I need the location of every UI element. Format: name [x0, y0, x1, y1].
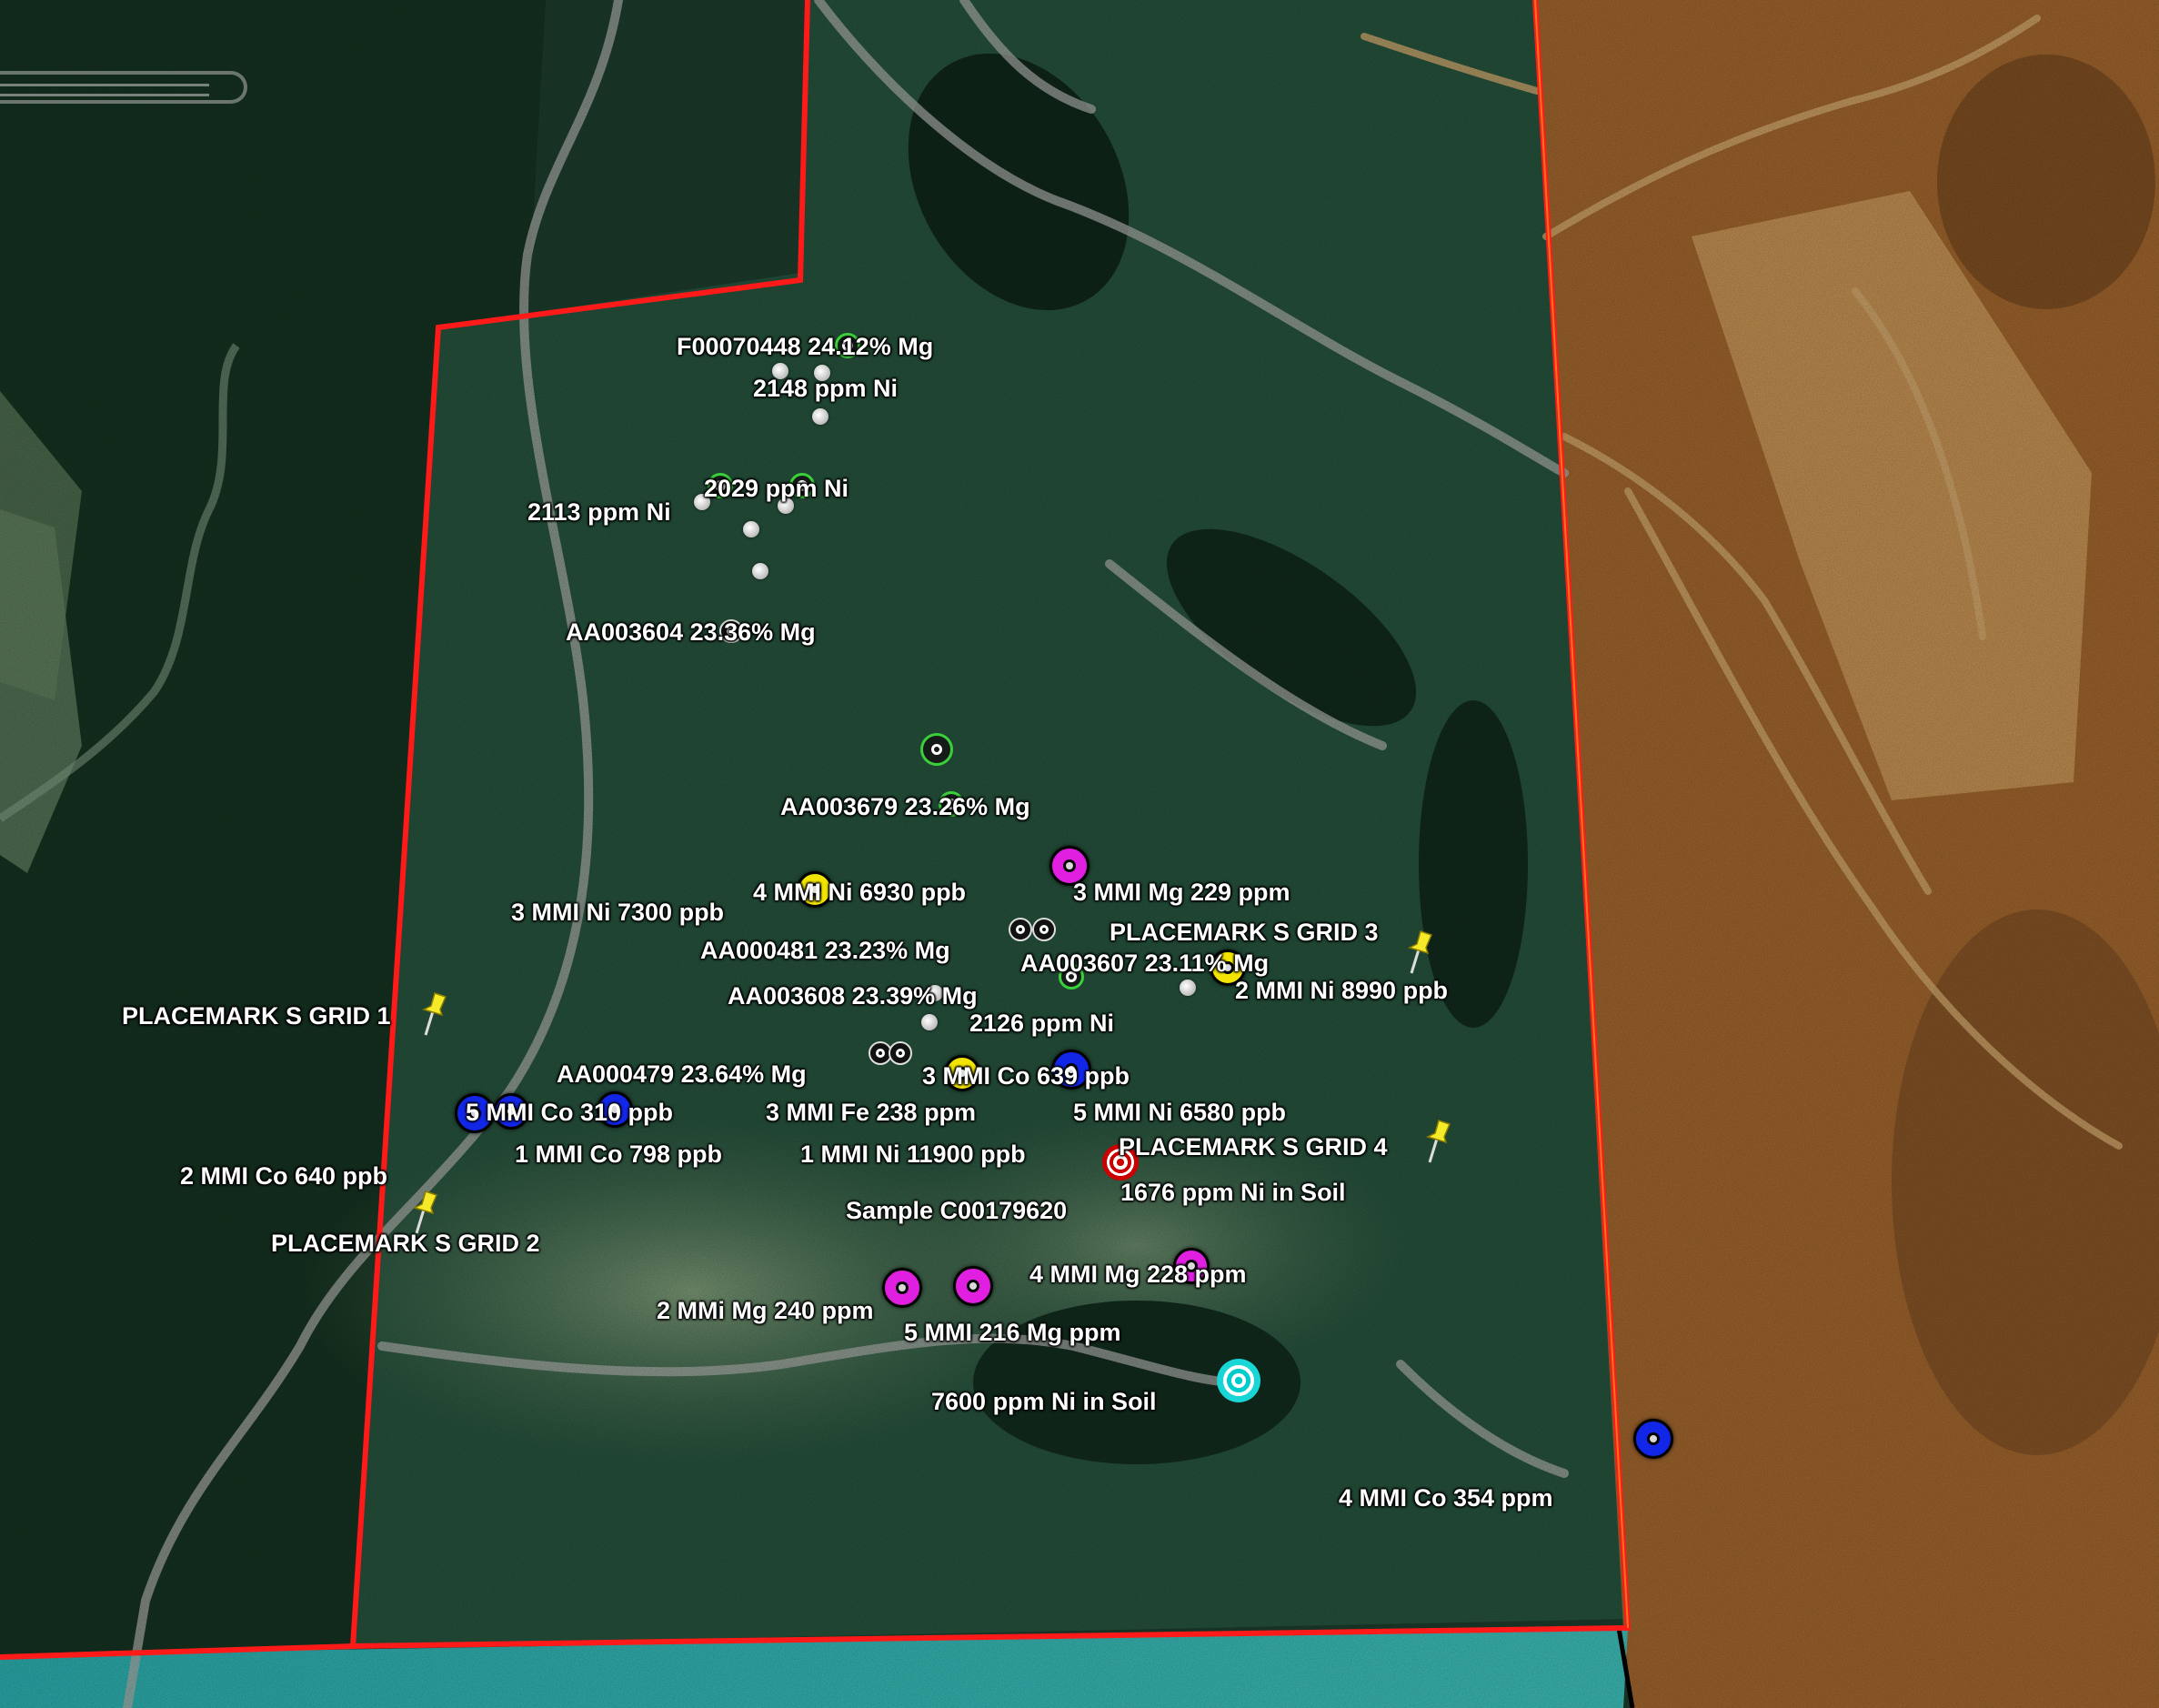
- label-ni-2126[interactable]: 2126 ppm Ni: [969, 1011, 1114, 1036]
- soil-sample-marker-cyan[interactable]: [1217, 1359, 1260, 1402]
- label-aa000479[interactable]: AA000479 23.64% Mg: [557, 1062, 807, 1087]
- label-f00070448[interactable]: F00070448 24.12% Mg: [677, 335, 933, 359]
- scale-bar: [0, 71, 247, 104]
- label-aa003604[interactable]: AA003604 23.36% Mg: [566, 620, 816, 645]
- pushpin-icon-grid-4[interactable]: [1421, 1119, 1457, 1164]
- mmi-co-marker-354[interactable]: [1633, 1419, 1673, 1459]
- sample-dot-9[interactable]: [921, 1014, 938, 1030]
- label-aa000481[interactable]: AA000481 23.23% Mg: [700, 939, 950, 963]
- label-mmi2-ni[interactable]: 2 MMI Ni 8990 ppb: [1235, 979, 1448, 1003]
- label-placemark-grid-3[interactable]: PLACEMARK S GRID 3: [1110, 920, 1379, 945]
- satellite-map[interactable]: F00070448 24.12% Mg 2148 ppm Ni 2029 ppm…: [0, 0, 2159, 1708]
- label-aa003608[interactable]: AA003608 23.39% Mg: [728, 984, 978, 1009]
- label-mmi4-ni[interactable]: 4 MMI Ni 6930 ppb: [753, 880, 966, 905]
- sample-dot-3[interactable]: [812, 408, 828, 425]
- label-mmi3-co[interactable]: 3 MMI Co 639 ppb: [922, 1064, 1130, 1089]
- sample-dot-6[interactable]: [743, 521, 759, 538]
- pushpin-icon-grid-3[interactable]: [1402, 929, 1439, 975]
- label-ni-2029[interactable]: 2029 ppm Ni: [704, 477, 849, 501]
- sample-marker-aa000481-a[interactable]: [1009, 918, 1032, 941]
- label-aa003607[interactable]: AA003607 23.11% Mg: [1020, 951, 1269, 976]
- sample-marker-aa000479-b[interactable]: [889, 1041, 912, 1065]
- label-mmi5-co[interactable]: 5 MMI Co 310 ppb: [466, 1100, 673, 1125]
- label-placemark-grid-2[interactable]: PLACEMARK S GRID 2: [271, 1231, 540, 1256]
- label-ni-2113[interactable]: 2113 ppm Ni: [527, 500, 671, 525]
- sample-dot-10[interactable]: [1180, 980, 1196, 996]
- mmi-mg-marker-240[interactable]: [882, 1268, 922, 1308]
- mmi-mg-marker-216[interactable]: [953, 1266, 993, 1306]
- label-mmi1-co[interactable]: 1 MMI Co 798 ppb: [515, 1142, 722, 1167]
- label-aa003679[interactable]: AA003679 23.26% Mg: [780, 795, 1030, 819]
- sample-marker-aa000481-b[interactable]: [1032, 918, 1056, 941]
- pushpin-icon-grid-2[interactable]: [407, 1190, 444, 1235]
- label-mmi1-ni[interactable]: 1 MMI Ni 11900 ppb: [800, 1142, 1026, 1167]
- label-mmi3-fe[interactable]: 3 MMI Fe 238 ppm: [766, 1100, 976, 1125]
- label-placemark-grid-4[interactable]: PLACEMARK S GRID 4: [1119, 1135, 1388, 1160]
- label-soil-1676[interactable]: 1676 ppm Ni in Soil: [1120, 1181, 1346, 1205]
- label-ni-2148[interactable]: 2148 ppm Ni: [753, 377, 898, 401]
- label-sample-c00179620[interactable]: Sample C00179620: [846, 1199, 1067, 1223]
- label-mmi2-mg[interactable]: 2 MMi Mg 240 ppm: [657, 1299, 874, 1323]
- label-mmi4-mg[interactable]: 4 MMI Mg 228 ppm: [1029, 1262, 1247, 1287]
- label-mmi3-ni[interactable]: 3 MMI Ni 7300 ppb: [511, 900, 724, 925]
- label-mmi3-mg[interactable]: 3 MMI Mg 229 ppm: [1073, 880, 1290, 905]
- label-mmi5-ni[interactable]: 5 MMI Ni 6580 ppb: [1073, 1100, 1286, 1125]
- label-soil-7600[interactable]: 7600 ppm Ni in Soil: [931, 1390, 1157, 1414]
- pushpin-icon-grid-1[interactable]: [417, 991, 453, 1037]
- sample-marker-aa003679-a[interactable]: [920, 733, 953, 766]
- label-mmi2-co[interactable]: 2 MMI Co 640 ppb: [180, 1164, 387, 1189]
- label-mmi5-mg[interactable]: 5 MMI 216 Mg ppm: [904, 1321, 1121, 1345]
- label-mmi4-co[interactable]: 4 MMI Co 354 ppm: [1339, 1486, 1553, 1511]
- label-placemark-grid-1[interactable]: PLACEMARK S GRID 1: [122, 1004, 391, 1029]
- sample-dot-7[interactable]: [752, 563, 768, 579]
